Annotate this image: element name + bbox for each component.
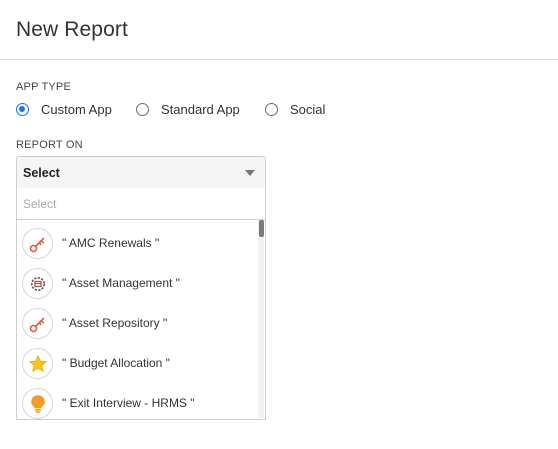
radio-social[interactable]: Social bbox=[265, 100, 325, 118]
option-label: " Asset Management " bbox=[62, 276, 180, 290]
radio-standard-app[interactable]: Standard App bbox=[136, 100, 240, 118]
scrollbar-thumb[interactable] bbox=[259, 220, 264, 237]
key-icon bbox=[22, 308, 53, 339]
radio-label: Custom App bbox=[41, 101, 112, 117]
page-title: New Report bbox=[16, 18, 128, 41]
app-type-label: APP TYPE bbox=[16, 81, 71, 93]
key-icon bbox=[22, 228, 53, 259]
option-label: " Exit Interview - HRMS " bbox=[62, 396, 195, 410]
app-type-radio-group: Custom App Standard App Social bbox=[16, 100, 536, 118]
gear-box-icon bbox=[22, 268, 53, 299]
radio-checked-icon[interactable] bbox=[16, 102, 29, 116]
report-on-label: REPORT ON bbox=[16, 139, 83, 151]
option-label: " AMC Renewals " bbox=[62, 236, 160, 250]
option-exit-interview-hrms[interactable]: " Exit Interview - HRMS " bbox=[17, 382, 259, 419]
dropdown-search-input[interactable] bbox=[23, 195, 253, 213]
radio-label: Standard App bbox=[161, 101, 240, 117]
radio-unchecked-icon[interactable] bbox=[136, 102, 149, 116]
select-value: Select bbox=[23, 166, 60, 180]
page-header: New Report bbox=[0, 0, 558, 60]
report-on-select[interactable]: Select bbox=[16, 156, 266, 189]
option-asset-management[interactable]: " Asset Management " bbox=[17, 262, 259, 302]
option-asset-repository[interactable]: " Asset Repository " bbox=[17, 302, 259, 342]
star-icon bbox=[22, 348, 53, 379]
radio-custom-app[interactable]: Custom App bbox=[16, 100, 112, 118]
list-scrollbar[interactable] bbox=[258, 220, 264, 418]
lightbulb-icon bbox=[22, 388, 53, 419]
option-label: " Budget Allocation " bbox=[62, 356, 170, 370]
radio-unchecked-icon[interactable] bbox=[265, 102, 278, 116]
option-budget-allocation[interactable]: " Budget Allocation " bbox=[17, 342, 259, 382]
dropdown-search bbox=[16, 188, 266, 220]
option-amc-renewals[interactable]: " AMC Renewals " bbox=[17, 222, 259, 262]
caret-down-icon[interactable] bbox=[245, 170, 255, 176]
report-on-options-list: " AMC Renewals " " Asset Management " " … bbox=[16, 220, 266, 420]
option-label: " Asset Repository " bbox=[62, 316, 168, 330]
radio-label: Social bbox=[290, 101, 326, 117]
